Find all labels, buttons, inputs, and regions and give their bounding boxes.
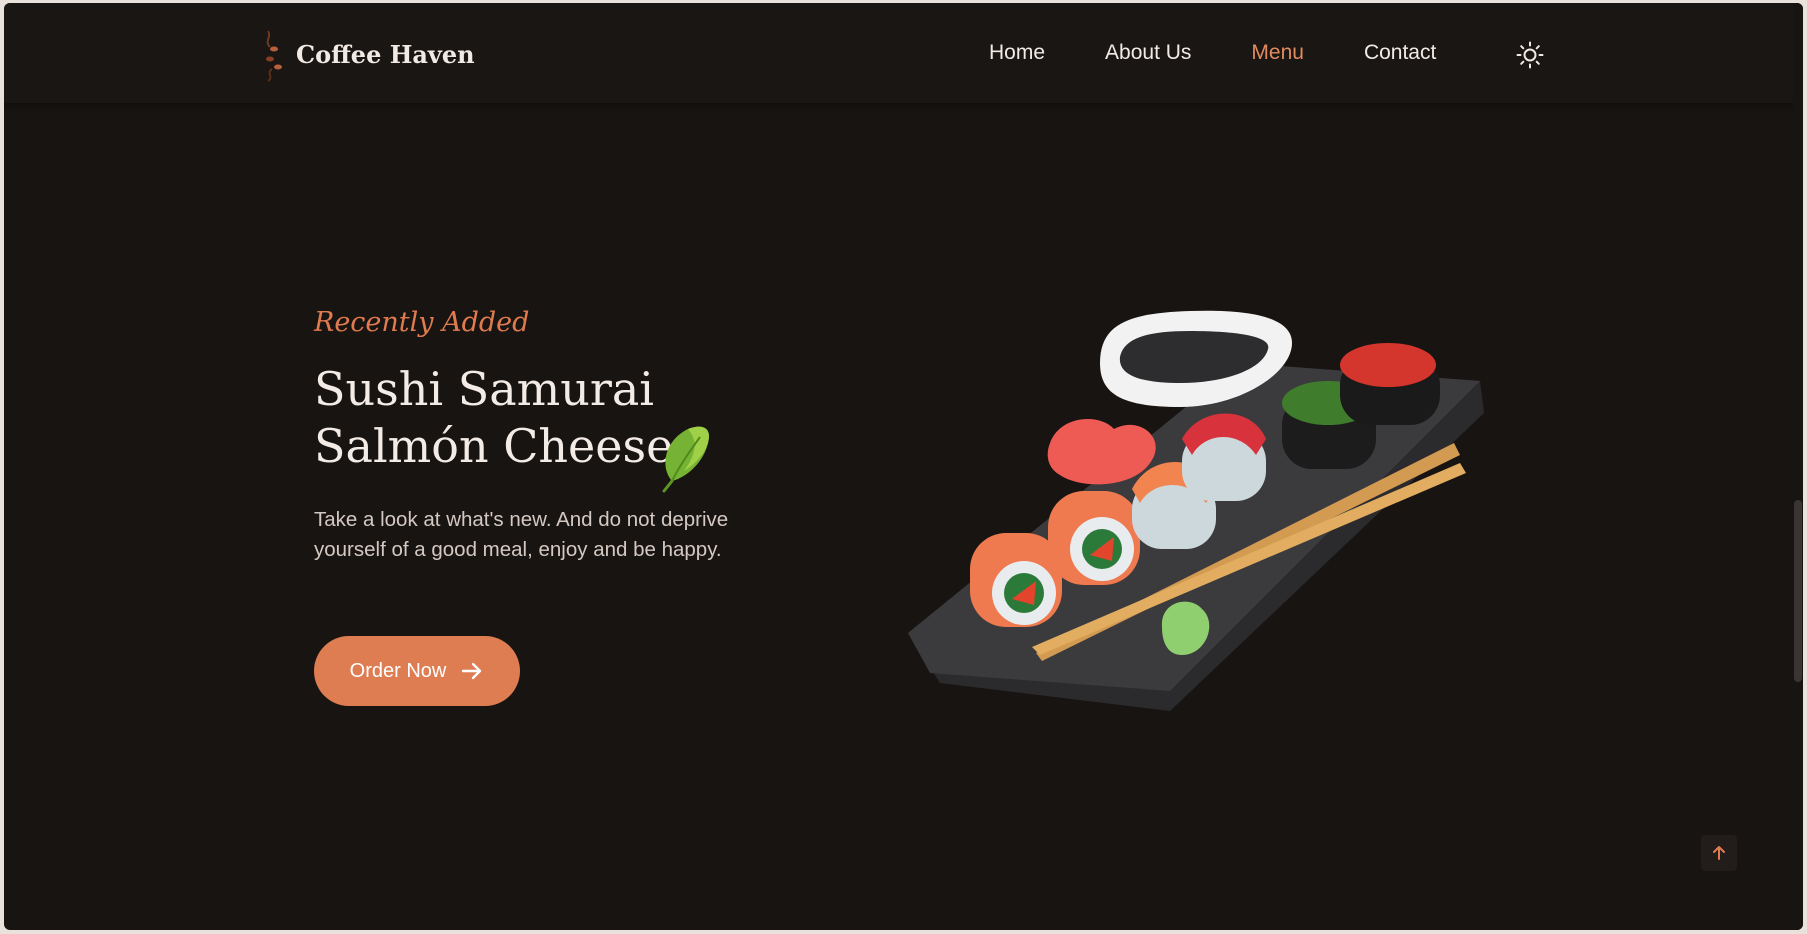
theme-toggle-button[interactable] bbox=[1516, 41, 1544, 69]
hero-title-line1: Sushi Samurai bbox=[314, 362, 655, 416]
coffee-beans-logo-icon bbox=[266, 30, 282, 82]
page: Coffee Haven Home About Us Menu Contact bbox=[4, 3, 1803, 930]
brand-name: Coffee Haven bbox=[296, 39, 475, 69]
nav-contact[interactable]: Contact bbox=[1364, 41, 1436, 65]
order-now-label: Order Now bbox=[349, 659, 447, 682]
scrollbar-thumb[interactable] bbox=[1794, 500, 1802, 682]
main-nav: Home About Us Menu Contact bbox=[989, 41, 1496, 65]
nav-about-us[interactable]: About Us bbox=[1105, 41, 1191, 65]
arrow-up-icon bbox=[1713, 846, 1725, 860]
nav-menu[interactable]: Menu bbox=[1251, 41, 1304, 65]
order-now-button[interactable]: Order Now bbox=[314, 636, 520, 706]
sushi-platter-image bbox=[908, 310, 1484, 711]
hero-title-line2: Salmón Cheese bbox=[314, 419, 674, 473]
site-header: Coffee Haven Home About Us Menu Contact bbox=[4, 3, 1803, 103]
brand-logo[interactable]: Coffee Haven bbox=[258, 25, 475, 83]
arrow-right-icon bbox=[462, 662, 482, 680]
hero-kicker: Recently Added bbox=[314, 307, 530, 338]
back-to-top-button[interactable] bbox=[1701, 835, 1737, 871]
hero-description: Take a look at what's new. And do not de… bbox=[314, 508, 729, 561]
scrollbar[interactable] bbox=[1793, 3, 1803, 930]
leaf-icon bbox=[662, 426, 710, 493]
nav-home[interactable]: Home bbox=[989, 41, 1045, 65]
sun-icon bbox=[1516, 41, 1544, 69]
